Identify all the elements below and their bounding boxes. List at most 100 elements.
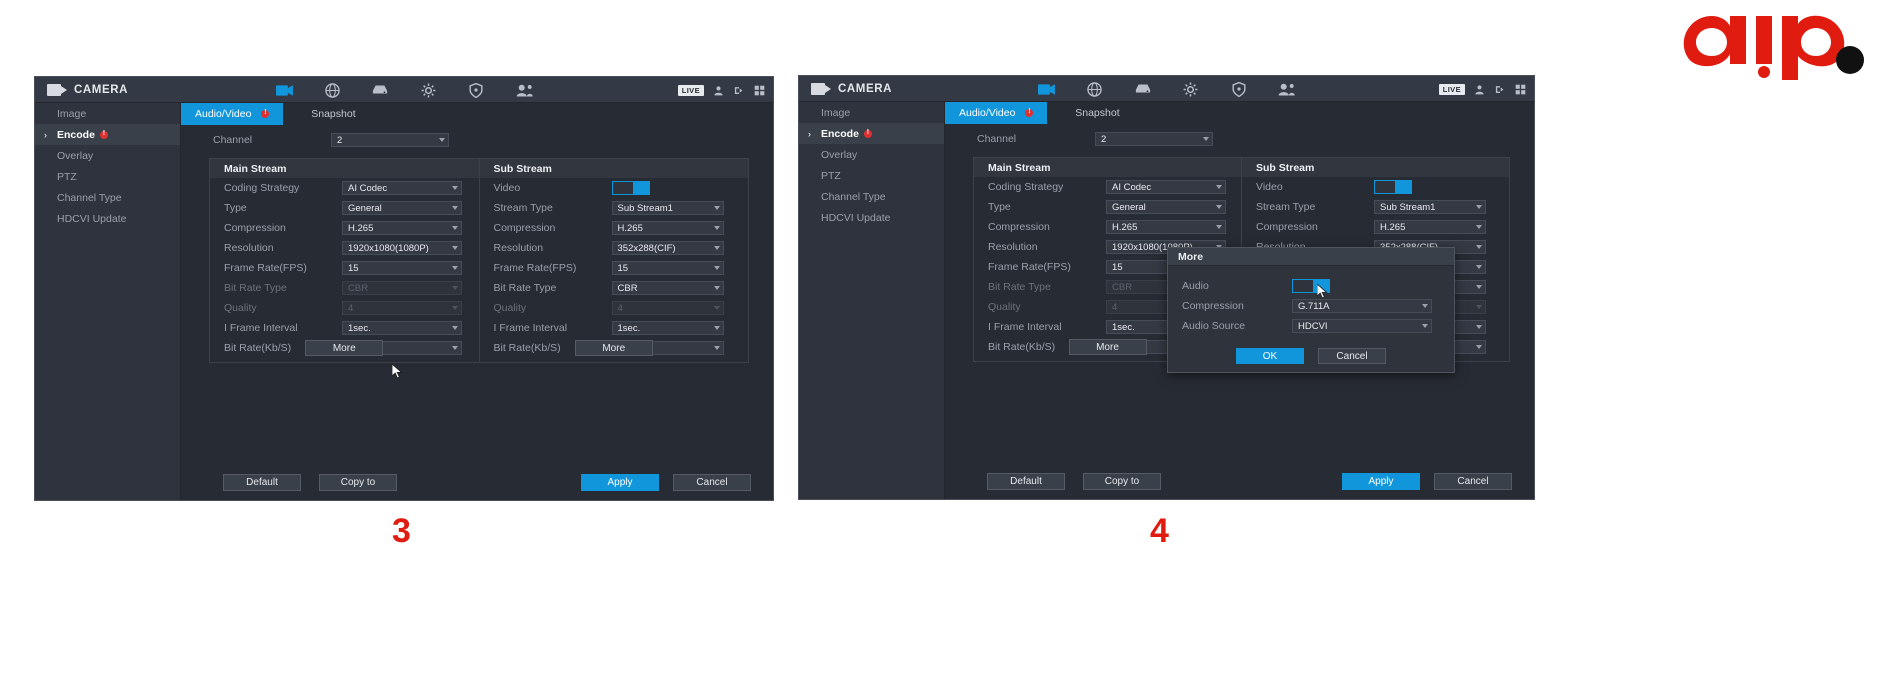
grid-apps-icon[interactable] xyxy=(1515,84,1526,95)
channel-row: Channel 2 xyxy=(945,128,1534,150)
camera-icon[interactable] xyxy=(1036,81,1058,97)
sub-stream-more-button[interactable]: More xyxy=(574,340,653,356)
field-frame-rate-fps-select[interactable]: 15 xyxy=(342,261,462,275)
field-i-frame-interval-select[interactable]: 1sec. xyxy=(342,321,462,335)
sidebar-item-ptz[interactable]: PTZ xyxy=(799,165,944,186)
chevron-right-icon: › xyxy=(44,129,47,140)
footer-right-buttons: Apply Cancel xyxy=(1342,473,1512,490)
security-shield-icon[interactable] xyxy=(465,82,487,98)
user-account-icon[interactable] xyxy=(713,85,724,96)
apply-button[interactable]: Apply xyxy=(1342,473,1420,490)
account-user-icon[interactable] xyxy=(1276,81,1298,97)
field-label-frame-rate-fps: Frame Rate(FPS) xyxy=(988,261,1071,273)
cancel-button[interactable]: Cancel xyxy=(673,474,751,491)
main-stream-column: Main Stream Coding Strategy AI Codec Type G… xyxy=(210,159,480,362)
field-row-stream-type: Stream Type Sub Stream1 xyxy=(1242,197,1509,217)
dialog-ok-button[interactable]: OK xyxy=(1236,348,1304,364)
logout-icon[interactable] xyxy=(733,85,745,96)
chevron-down-icon xyxy=(1216,185,1222,189)
field-coding-strategy-select[interactable]: AI Codec xyxy=(1106,180,1226,194)
sidebar-item-encode[interactable]: › Encode xyxy=(799,123,944,144)
field-coding-strategy-value: AI Codec xyxy=(1112,181,1152,193)
dialog-cancel-button[interactable]: Cancel xyxy=(1318,348,1386,364)
footer-bar: Default Copy to Apply Cancel xyxy=(181,470,773,500)
field-coding-strategy-value: AI Codec xyxy=(348,182,388,194)
sidebar-item-overlay[interactable]: Overlay xyxy=(799,144,944,165)
field-i-frame-interval-select[interactable]: 1sec. xyxy=(611,321,724,335)
sidebar-item-hdcvi-update[interactable]: HDCVI Update xyxy=(35,208,180,229)
field-stream-type-select[interactable]: Sub Stream1 xyxy=(611,201,724,215)
network-globe-icon[interactable] xyxy=(1084,81,1106,97)
sidebar-item-channel-type[interactable]: Channel Type xyxy=(35,187,180,208)
field-resolution-select[interactable]: 352x288(CIF) xyxy=(611,241,724,255)
field-quality-select: 4 xyxy=(611,301,724,315)
field-type-select[interactable]: General xyxy=(1106,200,1226,214)
system-gear-icon[interactable] xyxy=(1180,81,1202,97)
dialog-footer: OK Cancel xyxy=(1168,342,1454,372)
cancel-button[interactable]: Cancel xyxy=(1434,473,1512,490)
copy-to-button[interactable]: Copy to xyxy=(319,474,397,491)
field-bit-rate-type-select[interactable]: CBR xyxy=(611,281,724,295)
chevron-down-icon xyxy=(452,226,458,230)
field-label-i-frame-interval: I Frame Interval xyxy=(493,322,568,334)
dialog-compression-select[interactable]: G.711A xyxy=(1292,299,1432,313)
sidebar-item-label: Channel Type xyxy=(57,191,122,204)
field-bit-rate-type-value: CBR xyxy=(617,282,638,294)
content-area: Audio/Video Snapshot Channel 2 Main Strea… xyxy=(945,102,1534,499)
camera-icon[interactable] xyxy=(273,82,295,98)
sidebar-item-image[interactable]: Image xyxy=(799,102,944,123)
field-compression-select[interactable]: H.265 xyxy=(1374,220,1486,234)
tab-label: Snapshot xyxy=(311,108,356,120)
sidebar-item-hdcvi-update[interactable]: HDCVI Update xyxy=(799,207,944,228)
field-coding-strategy-select[interactable]: AI Codec xyxy=(342,181,462,195)
more-audio-dialog: More Audio Compression G.711A Audio Source HD… xyxy=(1167,247,1455,373)
security-shield-icon[interactable] xyxy=(1228,81,1250,97)
sidebar-item-channel-type[interactable]: Channel Type xyxy=(799,186,944,207)
field-stream-type-select[interactable]: Sub Stream1 xyxy=(1374,200,1486,214)
storage-disk-icon[interactable] xyxy=(369,82,391,98)
channel-select[interactable]: 2 xyxy=(1095,132,1213,146)
field-resolution-select[interactable]: 1920x1080(1080P) xyxy=(342,241,462,255)
footer-left-buttons: Default Copy to xyxy=(223,474,397,491)
copy-to-button[interactable]: Copy to xyxy=(1083,473,1161,490)
tab-audio-video[interactable]: Audio/Video xyxy=(181,103,284,125)
dialog-audio-toggle[interactable] xyxy=(1292,279,1330,293)
sidebar-item-image[interactable]: Image xyxy=(35,103,180,124)
field-quality-value: 4 xyxy=(617,302,623,314)
sidebar-item-overlay[interactable]: Overlay xyxy=(35,145,180,166)
apply-button[interactable]: Apply xyxy=(581,474,659,491)
field-type-select[interactable]: General xyxy=(342,201,462,215)
main-stream-title: Main Stream xyxy=(210,159,479,178)
channel-value: 2 xyxy=(337,134,343,146)
tab-audio-video[interactable]: Audio/Video xyxy=(945,102,1048,124)
field-frame-rate-fps-select[interactable]: 15 xyxy=(611,261,724,275)
field-row-type: Type General xyxy=(974,197,1241,217)
storage-disk-icon[interactable] xyxy=(1132,81,1154,97)
grid-apps-icon[interactable] xyxy=(754,85,765,96)
tab-bar: Audio/Video Snapshot xyxy=(945,102,1147,124)
tab-snapshot[interactable]: Snapshot xyxy=(1047,102,1147,124)
logout-icon[interactable] xyxy=(1494,84,1506,95)
dialog-audio-source-select[interactable]: HDCVI xyxy=(1292,319,1432,333)
field-label-compression: Compression xyxy=(1256,221,1318,233)
sidebar-item-ptz[interactable]: PTZ xyxy=(35,166,180,187)
sidebar-item-label: Encode xyxy=(57,128,95,141)
field-video-toggle[interactable] xyxy=(611,181,650,195)
network-globe-icon[interactable] xyxy=(321,82,343,98)
field-video-toggle[interactable] xyxy=(1374,180,1412,194)
field-compression-select[interactable]: H.265 xyxy=(342,221,462,235)
default-button[interactable]: Default xyxy=(987,473,1065,490)
chevron-down-icon xyxy=(452,186,458,190)
main-stream-more-button[interactable]: More xyxy=(305,340,384,356)
field-compression-select[interactable]: H.265 xyxy=(1106,220,1226,234)
field-compression-select[interactable]: H.265 xyxy=(611,221,724,235)
main-stream-more-button[interactable]: More xyxy=(1068,339,1147,355)
default-button[interactable]: Default xyxy=(223,474,301,491)
sidebar-item-encode[interactable]: › Encode xyxy=(35,124,180,145)
user-account-icon[interactable] xyxy=(1474,84,1485,95)
window-titlebar: CAMERA LIVE xyxy=(35,77,773,103)
system-gear-icon[interactable] xyxy=(417,82,439,98)
account-user-icon[interactable] xyxy=(513,82,535,98)
tab-snapshot[interactable]: Snapshot xyxy=(283,103,383,125)
channel-select[interactable]: 2 xyxy=(331,133,449,147)
